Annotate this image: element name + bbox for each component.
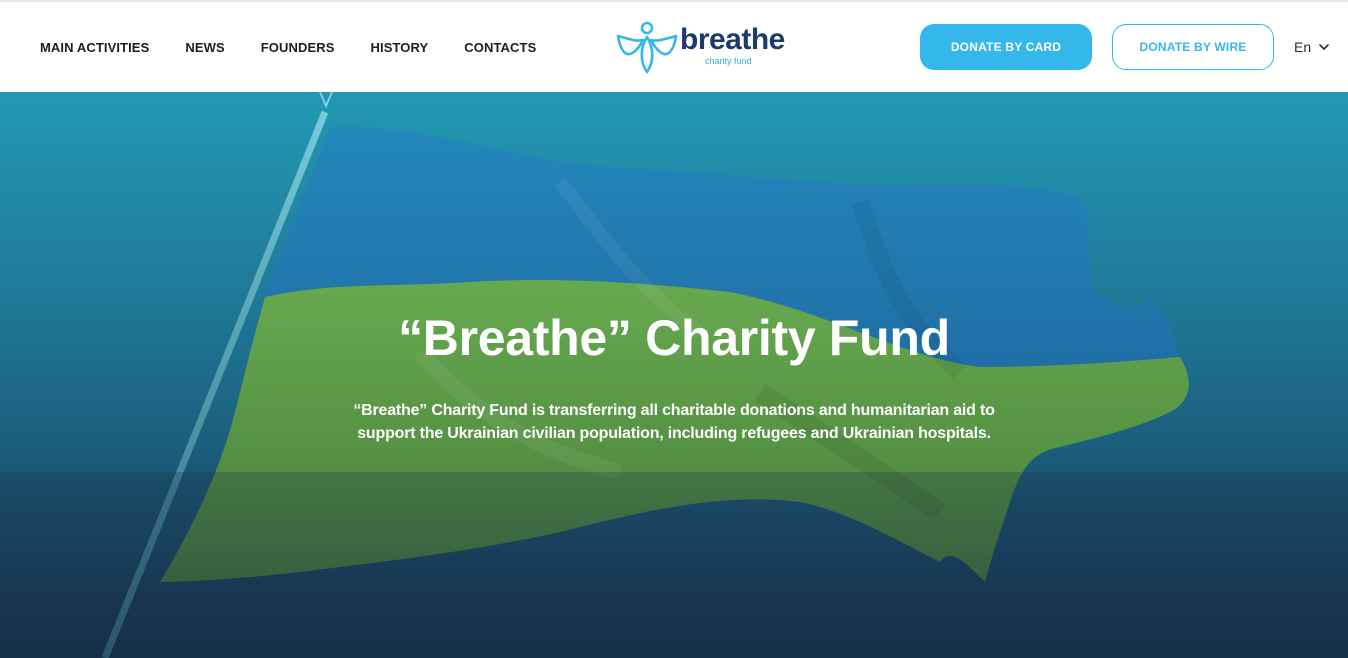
main-nav: MAIN ACTIVITIES NEWS FOUNDERS HISTORY CO… (40, 2, 536, 92)
donate-by-wire-button[interactable]: DONATE BY WIRE (1112, 24, 1274, 70)
nav-main-activities[interactable]: MAIN ACTIVITIES (40, 40, 149, 55)
nav-founders[interactable]: FOUNDERS (261, 40, 335, 55)
nav-history[interactable]: HISTORY (371, 40, 429, 55)
logo-wordmark: breathe (680, 23, 785, 56)
logo-tagline: charity fund (705, 56, 752, 66)
language-selector[interactable]: En (1294, 24, 1330, 70)
angel-icon (616, 21, 678, 74)
hero-section: “Breathe” Charity Fund “Breathe” Charity… (0, 92, 1348, 658)
nav-contacts[interactable]: CONTACTS (464, 40, 536, 55)
language-label: En (1294, 39, 1312, 55)
hero-description: “Breathe” Charity Fund is transferring a… (353, 402, 995, 442)
donate-by-card-button[interactable]: DONATE BY CARD (920, 24, 1092, 70)
hero-content: “Breathe” Charity Fund “Breathe” Charity… (0, 307, 1348, 445)
chevron-down-icon (1319, 44, 1329, 50)
site-header: MAIN ACTIVITIES NEWS FOUNDERS HISTORY CO… (0, 2, 1348, 92)
site-logo[interactable]: breathe charity fund (616, 20, 786, 74)
nav-news[interactable]: NEWS (185, 40, 224, 55)
hero-title: “Breathe” Charity Fund (398, 310, 950, 366)
